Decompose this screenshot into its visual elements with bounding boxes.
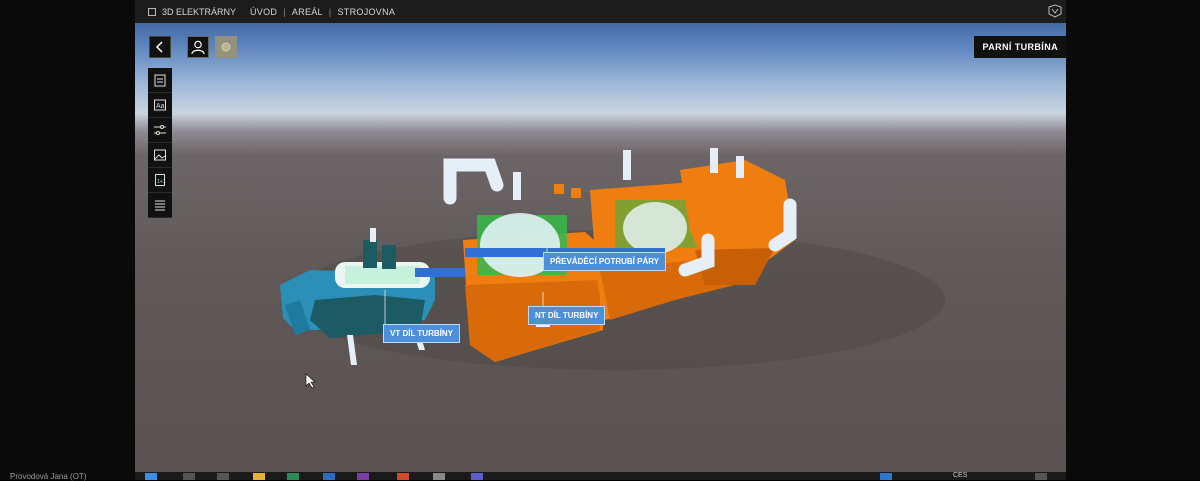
- task-view-icon[interactable]: [217, 473, 229, 480]
- page-title: PARNÍ TURBÍNA: [974, 36, 1066, 58]
- nav-areal[interactable]: AREÁL: [292, 7, 323, 17]
- clipboard-icon: [154, 74, 166, 87]
- nav-separator: |: [283, 7, 286, 17]
- svg-text:1+1: 1+1: [157, 179, 166, 185]
- windows-start-icon[interactable]: [145, 473, 157, 480]
- sliders-icon: [154, 125, 166, 135]
- label-crossover-pipe[interactable]: PŘEVÁDĚCÍ POTRUBÍ PÁRY: [543, 252, 667, 271]
- list-icon: [155, 200, 165, 211]
- excel-icon[interactable]: [287, 473, 299, 480]
- tool-sliders-button[interactable]: [148, 118, 172, 143]
- nav-separator: |: [328, 7, 332, 17]
- label-lp-turbine[interactable]: NT DÍL TURBÍNY: [528, 306, 606, 325]
- app-window: 3D ELEKTRÁRNY ÚVOD | AREÁL | STROJOVNA P…: [135, 0, 1066, 472]
- sun-icon: [221, 42, 231, 52]
- brand-name: 3D ELEKTRÁRNY: [162, 7, 237, 17]
- mouse-cursor: [305, 373, 316, 389]
- wifi-icon[interactable]: [880, 473, 892, 480]
- tool-calculator-button[interactable]: 1+1: [148, 168, 172, 193]
- onenote-icon[interactable]: [357, 473, 369, 480]
- brand-logo-icon: [148, 8, 156, 16]
- text-image-icon: Aa: [154, 99, 166, 111]
- calculator-icon: 1+1: [155, 174, 166, 186]
- presenter-video-strip-left: [0, 0, 135, 480]
- left-toolbar: Aa 1+1: [148, 68, 172, 218]
- turbine-3d-scene[interactable]: [135, 0, 1066, 472]
- explorer-icon[interactable]: [253, 473, 265, 480]
- hp-valve: [363, 240, 377, 268]
- user-icon: [191, 40, 205, 55]
- hp-valve: [382, 245, 396, 269]
- user-view-button[interactable]: [187, 36, 209, 58]
- tool-list-button[interactable]: [148, 193, 172, 218]
- teams-icon[interactable]: [471, 473, 483, 480]
- tool-image-button[interactable]: [148, 143, 172, 168]
- nav-strojovna[interactable]: STROJOVNA: [338, 7, 396, 17]
- search-icon[interactable]: [183, 473, 195, 480]
- nav-uvod[interactable]: ÚVOD: [250, 7, 277, 17]
- presenter-video-strip-right: [1066, 0, 1200, 480]
- svg-text:Aa: Aa: [156, 103, 165, 110]
- powerpoint-icon[interactable]: [397, 473, 409, 480]
- label-hp-turbine[interactable]: VT DÍL TURBÍNY: [383, 324, 460, 343]
- company-logo-icon: [1048, 4, 1062, 18]
- top-bar: 3D ELEKTRÁRNY ÚVOD | AREÁL | STROJOVNA: [135, 0, 1066, 23]
- breadcrumb: ÚVOD | AREÁL | STROJOVNA: [250, 7, 395, 17]
- tool-text-image-button[interactable]: Aa: [148, 93, 172, 118]
- outlook-icon[interactable]: [323, 473, 335, 480]
- tool-clipboard-button[interactable]: [148, 68, 172, 93]
- notifications-icon[interactable]: [1035, 473, 1047, 480]
- brand[interactable]: 3D ELEKTRÁRNY: [148, 7, 236, 17]
- windows-taskbar: CES: [135, 472, 1066, 480]
- language-indicator[interactable]: CES: [953, 472, 967, 479]
- chevron-left-icon: [155, 41, 163, 53]
- app-icon[interactable]: [433, 473, 445, 480]
- image-icon: [154, 149, 166, 161]
- back-button[interactable]: [149, 36, 171, 58]
- lighting-button[interactable]: [215, 36, 237, 58]
